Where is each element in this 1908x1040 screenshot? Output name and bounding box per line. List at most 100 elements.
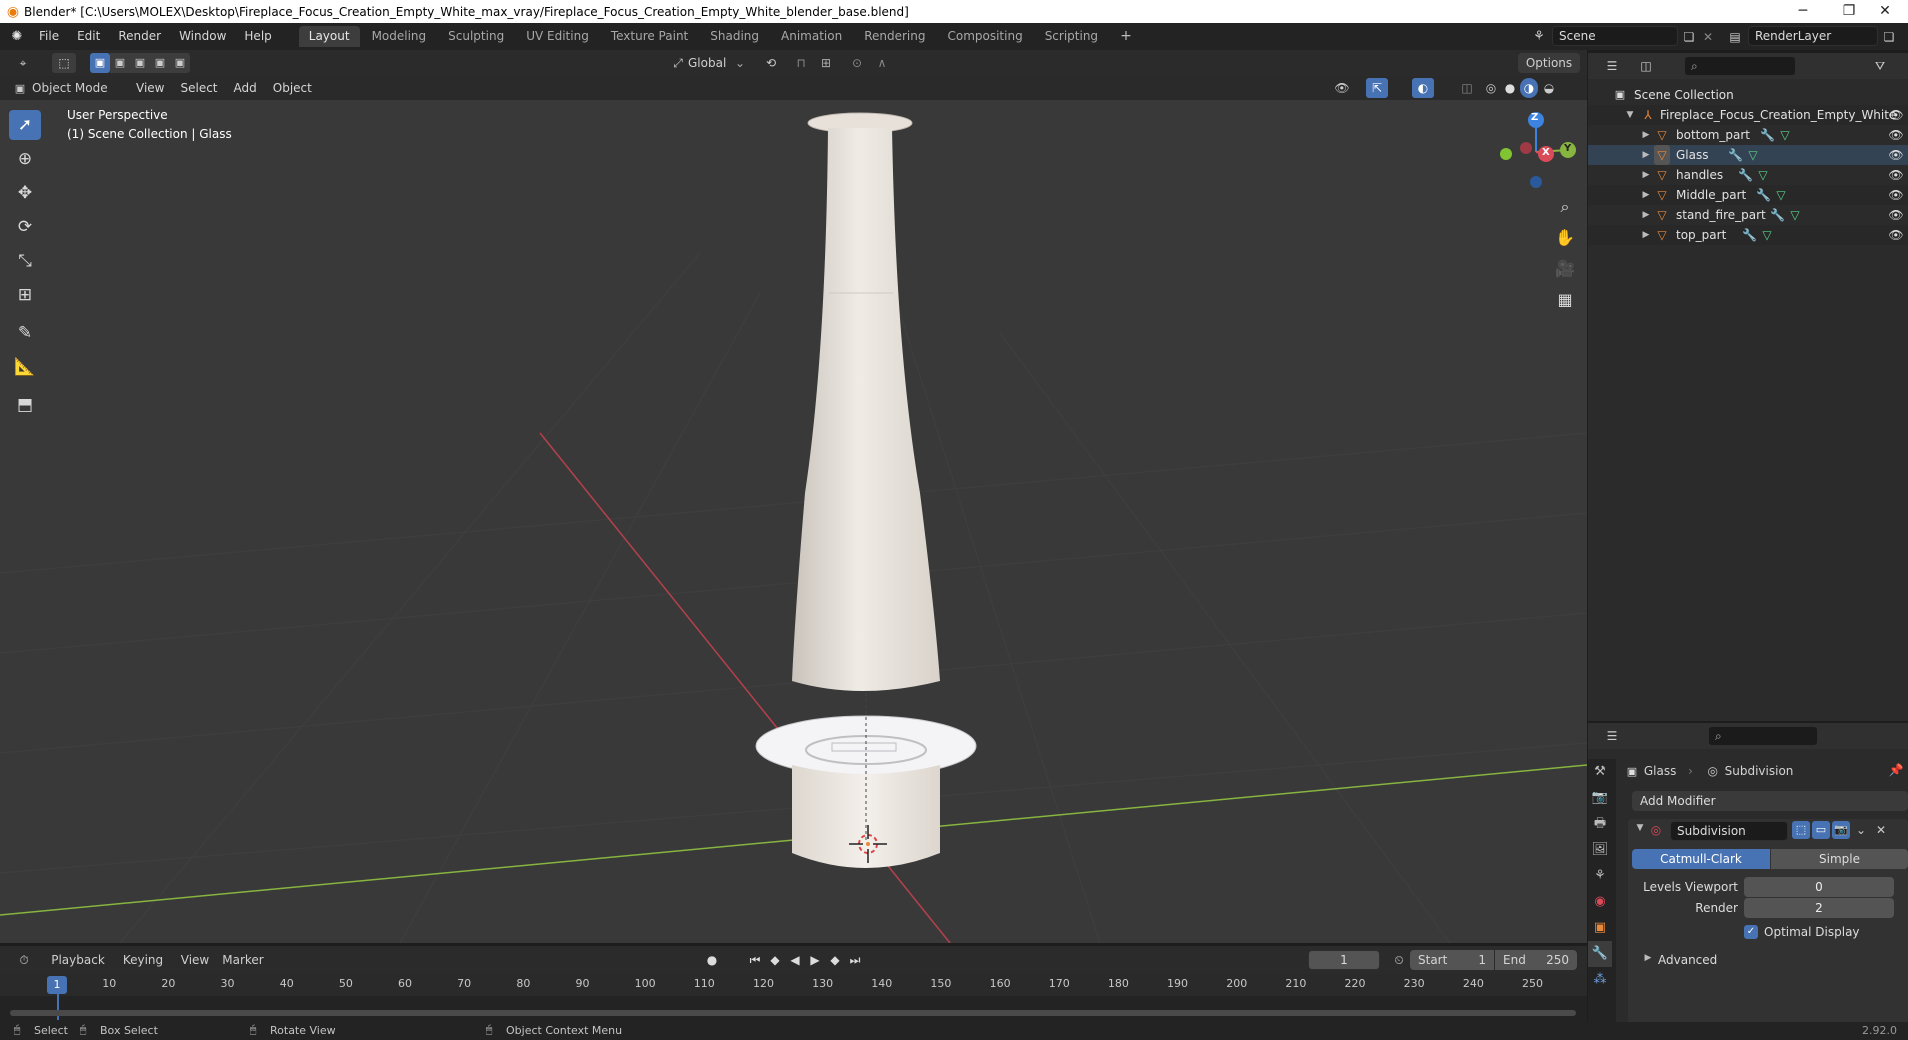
editor-type-icon[interactable]: ⌖ — [10, 53, 36, 73]
tab-modeling[interactable]: Modeling — [362, 26, 437, 47]
timeline-scrollbar[interactable] — [10, 1010, 1576, 1016]
properties-editor-type-icon[interactable]: ☰ — [1598, 726, 1626, 746]
pivot-point-icon[interactable]: ⟲ — [756, 53, 786, 73]
eye-icon[interactable]: 👁 — [1888, 105, 1904, 125]
eye-icon[interactable]: 👁 — [1888, 205, 1904, 225]
outliner-editor-type-icon[interactable]: ☰ — [1598, 56, 1626, 76]
wireframe-shading-icon[interactable]: ◎ — [1482, 78, 1500, 98]
eye-icon[interactable]: 👁 — [1888, 225, 1904, 245]
expand-down-icon[interactable]: ▼ — [1624, 105, 1636, 125]
expand-right-icon[interactable]: ▶ — [1640, 145, 1652, 165]
menu-file[interactable]: File — [30, 23, 68, 50]
rotate-tool-icon[interactable]: ⟳ — [9, 212, 41, 242]
tab-texture-paint[interactable]: Texture Paint — [601, 26, 698, 47]
modifier-wrench-icon[interactable]: 🔧 — [1756, 185, 1771, 205]
solid-shading-icon[interactable]: ● — [1501, 78, 1519, 98]
close-window-icon[interactable]: ✕ — [1862, 0, 1908, 23]
falloff-icon[interactable]: ∧ — [868, 53, 896, 73]
select-intersect-icon[interactable]: ▣ — [170, 53, 190, 73]
outliner-row-glass[interactable]: ▶ ▽ Glass 🔧 ▽ 👁 — [1588, 145, 1908, 165]
timeline-area[interactable]: 10 20 30 40 50 60 70 80 90 100 110 120 130 140 150 160 1… — [0, 974, 1587, 1022]
expand-right-icon[interactable]: ▶ — [1640, 185, 1652, 205]
material-shading-icon[interactable]: ◑ — [1520, 78, 1538, 98]
outliner-search-input[interactable]: ⌕ — [1684, 56, 1796, 76]
eye-icon[interactable]: 👁 — [1888, 125, 1904, 145]
add-workspace-button[interactable]: + — [1110, 26, 1142, 47]
ortho-grid-icon[interactable]: ▦ — [1551, 286, 1579, 314]
menu-render[interactable]: Render — [109, 23, 170, 50]
timeline-menu-marker[interactable]: Marker — [218, 950, 268, 970]
view-layer-field[interactable]: RenderLayer — [1748, 26, 1878, 46]
eye-icon[interactable]: 👁 — [1888, 165, 1904, 185]
particles-tab-icon[interactable]: ⁂ — [1588, 967, 1612, 993]
playhead-frame-indicator[interactable]: 1 — [47, 976, 67, 994]
measure-tool-icon[interactable]: 📐 — [9, 352, 41, 382]
cursor-tool-icon[interactable]: ⊕ — [9, 144, 41, 174]
annotate-tool-icon[interactable]: ✎ — [9, 318, 41, 348]
play-reverse-icon[interactable]: ◀ — [786, 950, 804, 970]
render-levels-field[interactable]: 2 — [1744, 898, 1894, 918]
end-frame-field[interactable]: End 250 — [1495, 950, 1577, 970]
output-tab-icon[interactable]: 🖶 — [1588, 811, 1612, 837]
tool-tab-icon[interactable]: ⚒ — [1588, 759, 1612, 785]
transform-orientation-icon[interactable]: ⤢ — [668, 53, 688, 73]
visibility-icon[interactable]: 👁 — [1330, 78, 1354, 98]
rendered-shading-icon[interactable]: ◒ — [1540, 78, 1558, 98]
start-frame-field[interactable]: Start 1 — [1410, 950, 1494, 970]
filter-icon[interactable]: ⛛ — [1866, 56, 1894, 76]
outliner-row-stand-fire-part[interactable]: ▶ ▽ stand_fire_part 🔧 ▽ 👁 — [1588, 205, 1908, 225]
collapse-icon[interactable]: ▼ — [1634, 823, 1646, 833]
outliner-row-bottom-part[interactable]: ▶ ▽ bottom_part 🔧 ▽ 👁 — [1588, 125, 1908, 145]
menu-edit[interactable]: Edit — [68, 23, 109, 50]
pan-hand-icon[interactable]: ✋ — [1551, 224, 1579, 252]
viewport-menu-view[interactable]: View — [128, 77, 172, 99]
mesh-data-icon[interactable]: ▽ — [1756, 165, 1770, 185]
pin-icon[interactable]: 📌 — [1888, 763, 1904, 777]
viewport-menu-object[interactable]: Object — [265, 77, 320, 99]
scene-icon[interactable]: ⚘ — [1528, 27, 1550, 47]
menu-help[interactable]: Help — [235, 23, 280, 50]
delete-scene-icon[interactable]: ✕ — [1700, 27, 1716, 47]
modifier-wrench-icon[interactable]: 🔧 — [1742, 225, 1757, 245]
tab-scripting[interactable]: Scripting — [1035, 26, 1108, 47]
tab-compositing[interactable]: Compositing — [937, 26, 1032, 47]
modifier-wrench-icon[interactable]: 🔧 — [1760, 125, 1775, 145]
expand-right-icon[interactable]: ▶ — [1640, 225, 1652, 245]
viewport-menu-select[interactable]: Select — [172, 77, 225, 99]
expand-right-icon[interactable]: ▶ — [1640, 125, 1652, 145]
outliner-row-top-part[interactable]: ▶ ▽ top_part 🔧 ▽ 👁 — [1588, 225, 1908, 245]
timeline-menu-playback[interactable]: Playback — [46, 950, 110, 970]
new-scene-icon[interactable]: ❏ — [1680, 27, 1698, 47]
snap-target-icon[interactable]: ⊞ — [812, 53, 840, 73]
zoom-icon[interactable]: ⌕ — [1551, 193, 1579, 221]
move-tool-icon[interactable]: ✥ — [9, 178, 41, 208]
new-view-layer-icon[interactable]: ❏ — [1880, 27, 1898, 47]
transform-tool-icon[interactable]: ⊞ — [9, 280, 41, 310]
gizmo-toggle-icon[interactable]: ⇱ — [1366, 78, 1388, 98]
mesh-data-icon[interactable]: ▽ — [1788, 205, 1802, 225]
expand-right-icon[interactable]: ▶ — [1640, 165, 1652, 185]
properties-search-input[interactable]: ⌕ — [1708, 726, 1818, 746]
overlay-toggle-icon[interactable]: ◐ — [1412, 78, 1434, 98]
mesh-data-icon[interactable]: ▽ — [1778, 125, 1792, 145]
render-toggle-icon[interactable]: 📷 — [1832, 821, 1850, 839]
modifier-wrench-icon[interactable]: 🔧 — [1738, 165, 1753, 185]
timeline-menu-keying[interactable]: Keying — [116, 950, 170, 970]
frame-ruler[interactable]: 10 20 30 40 50 60 70 80 90 100 110 120 130 140 150 160 1… — [0, 974, 1587, 996]
select-new-icon[interactable]: ▣ — [90, 53, 110, 73]
eye-icon[interactable]: 👁 — [1888, 145, 1904, 165]
edit-mode-toggle-icon[interactable]: ⬚ — [1792, 821, 1810, 839]
camera-view-icon[interactable]: 🎥 — [1551, 255, 1579, 283]
advanced-subpanel-label[interactable]: Advanced — [1658, 950, 1717, 970]
modifier-tab-icon[interactable]: 🔧 — [1588, 941, 1612, 967]
menu-window[interactable]: Window — [170, 23, 235, 50]
blender-menu-icon[interactable]: ✺ — [4, 29, 30, 44]
render-tab-icon[interactable]: 📷 — [1588, 785, 1612, 811]
mesh-data-icon[interactable]: ▽ — [1746, 145, 1760, 165]
modifier-name-field[interactable]: Subdivision — [1670, 821, 1788, 841]
outliner-row-handles[interactable]: ▶ ▽ handles 🔧 ▽ 👁 — [1588, 165, 1908, 185]
xray-icon[interactable]: ◫ — [1456, 78, 1478, 98]
mode-dropdown[interactable]: Object Mode — [28, 78, 128, 98]
play-icon[interactable]: ▶ — [806, 950, 824, 970]
modifier-wrench-icon[interactable]: 🔧 — [1770, 205, 1785, 225]
